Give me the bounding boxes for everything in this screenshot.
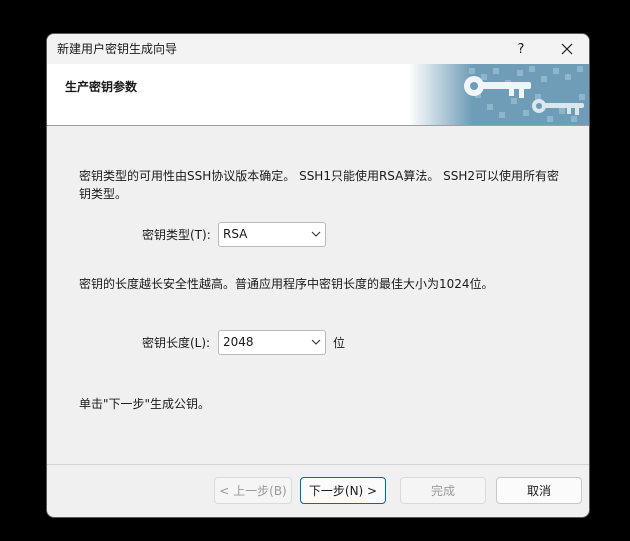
key-type-label: 密钥类型(T): xyxy=(142,228,211,242)
chevron-down-icon xyxy=(311,339,321,345)
key-wizard-dialog: 新建用户密钥生成向导 ? 生产密钥参数 密钥类型的可用性由SSH协议版本确定。 … xyxy=(46,33,590,518)
key-type-description: 密钥类型的可用性由SSH协议版本确定。 SSH1只能使用RSA算法。 SSH2可… xyxy=(79,169,560,201)
key-type-value: RSA xyxy=(223,227,248,241)
finish-button[interactable]: 完成 xyxy=(400,477,486,504)
help-button[interactable]: ? xyxy=(499,34,543,64)
close-button[interactable] xyxy=(545,34,589,64)
key-type-select[interactable]: RSA xyxy=(218,222,326,247)
window-title: 新建用户密钥生成向导 xyxy=(57,42,178,56)
key-length-label: 密钥长度(L): xyxy=(142,336,211,350)
page-title: 生产密钥参数 xyxy=(65,80,138,94)
wizard-header: 生产密钥参数 xyxy=(47,64,589,126)
key-length-unit: 位 xyxy=(333,336,346,350)
next-button[interactable]: 下一步(N) > xyxy=(300,477,386,504)
back-button[interactable]: < 上一步(B) xyxy=(214,477,292,504)
cancel-button[interactable]: 取消 xyxy=(496,477,582,504)
key-length-description: 密钥的长度越长安全性越高。普通应用程序中密钥长度的最佳大小为1024位。 xyxy=(79,277,494,291)
keys-icon xyxy=(409,64,589,125)
key-length-select[interactable]: 2048 xyxy=(218,330,326,355)
key-length-value: 2048 xyxy=(223,335,254,349)
next-step-hint: 单击"下一步"生成公钥。 xyxy=(79,397,211,411)
footer-divider xyxy=(47,464,589,465)
title-bar[interactable]: 新建用户密钥生成向导 ? xyxy=(47,34,589,64)
chevron-down-icon xyxy=(311,231,321,237)
close-icon xyxy=(561,43,573,55)
